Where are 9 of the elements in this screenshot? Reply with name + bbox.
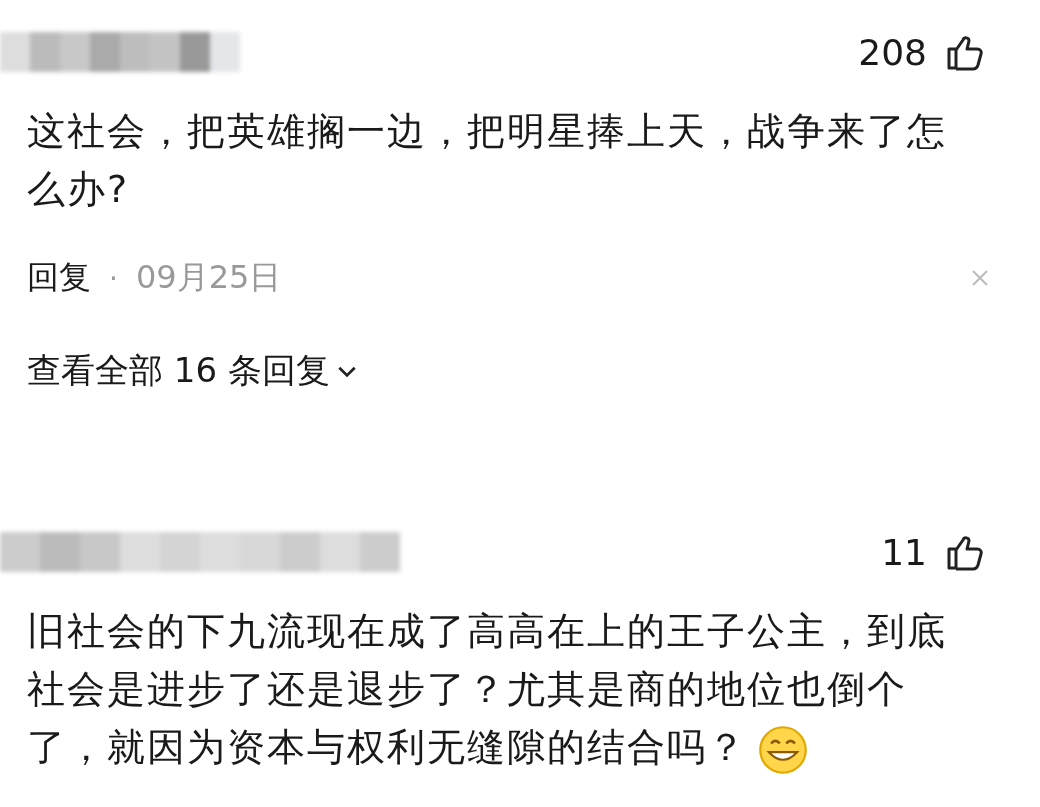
like-count: 208	[858, 31, 927, 73]
like-count: 11	[881, 531, 927, 573]
comment-text: 这社会，把英雄搁一边，把明星捧上天，战争来了怎么办?	[27, 108, 948, 213]
comment-date: 09月25日	[135, 257, 282, 298]
reply-link[interactable]: 回复	[27, 256, 91, 300]
comment-text: 旧社会的下九流现在成了高高在上的王子公主，到底社会是进步了还是退步了？尤其是商的地位也倒个了，就因为资本与权利无缝隙的结合吗？	[27, 602, 962, 776]
grinning-emoji-icon	[757, 723, 809, 776]
view-replies-link[interactable]: 查看全部 16 条回复	[27, 348, 358, 394]
separator-dot: ·	[109, 261, 118, 295]
